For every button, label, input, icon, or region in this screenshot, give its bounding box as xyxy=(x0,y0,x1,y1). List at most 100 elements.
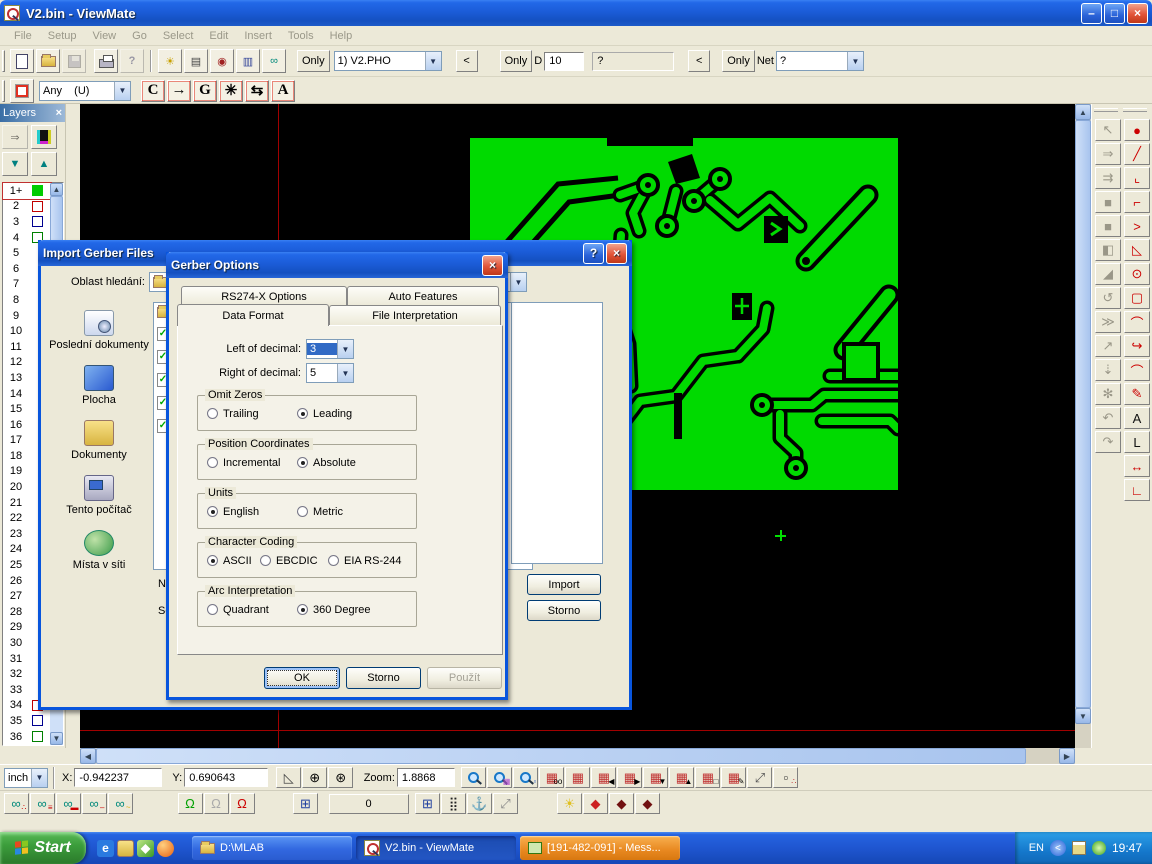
task-mlab-folder[interactable]: D:\MLAB xyxy=(192,836,352,860)
view-objects-5-button[interactable]: ∞~ xyxy=(108,793,133,814)
radio-leading[interactable]: Leading xyxy=(297,408,352,420)
scroll-down-icon[interactable]: ▼ xyxy=(1075,708,1091,724)
stretch-diag-button[interactable]: ⤢ xyxy=(493,793,518,814)
aperture-list-view-icon[interactable]: ▤ xyxy=(184,49,208,73)
tab-rs274x-options[interactable]: RS274-X Options xyxy=(181,286,347,306)
filter-circle-icon[interactable]: C xyxy=(141,80,165,102)
storno-button[interactable]: Storno xyxy=(346,667,421,689)
move-to-layer-icon[interactable]: ↗ xyxy=(1095,335,1121,357)
aperture-filter-button[interactable] xyxy=(10,79,34,103)
dcode-query-field[interactable]: ? xyxy=(592,52,674,71)
layer-row[interactable]: 35 xyxy=(3,713,51,729)
grid-edit-button[interactable]: ▦✎ xyxy=(721,767,746,788)
filter-arrow-icon[interactable]: → xyxy=(167,80,191,102)
pad-mark-dark1-button[interactable]: ◆ xyxy=(609,793,634,814)
firefox-icon[interactable] xyxy=(157,840,174,857)
filter-h-icon[interactable]: ⇆ xyxy=(245,80,269,102)
mirror-vertical-icon[interactable]: ◢ xyxy=(1095,263,1121,285)
measure-angle-button[interactable]: ◺ xyxy=(276,767,301,788)
chevron-down-icon[interactable]: ▼ xyxy=(510,273,526,291)
language-indicator[interactable]: EN xyxy=(1029,842,1044,854)
menu-insert[interactable]: Insert xyxy=(236,28,280,44)
green-app-icon[interactable]: ◆ xyxy=(137,840,154,857)
close-icon[interactable]: × xyxy=(606,243,627,264)
filter-g-icon[interactable]: G xyxy=(193,80,217,102)
palette-grip[interactable] xyxy=(1094,108,1118,112)
highlight-outline-lamp-button[interactable]: Ω xyxy=(230,793,255,814)
flash-view-icon[interactable]: ☀ xyxy=(158,49,182,73)
radio-ebcdic[interactable]: EBCDIC xyxy=(260,555,318,567)
draw-sketch-icon[interactable]: ✎ xyxy=(1124,383,1150,405)
radio-icon[interactable] xyxy=(297,506,308,517)
chevron-down-icon[interactable]: ▼ xyxy=(847,52,863,70)
radio-icon[interactable] xyxy=(207,604,218,615)
filter-text-icon[interactable]: A xyxy=(271,80,295,102)
draw-arc-point-icon[interactable]: ⌒ xyxy=(1124,359,1150,381)
move-group-icon[interactable]: ⇉ xyxy=(1095,167,1121,189)
radio-icon[interactable] xyxy=(207,457,218,468)
radio-metric[interactable]: Metric xyxy=(297,506,343,518)
zoom-window-button[interactable]: ▫ xyxy=(513,767,538,788)
scroll-left-icon[interactable]: ◀ xyxy=(80,748,96,764)
radio-absolute[interactable]: Absolute xyxy=(297,457,356,469)
step-repeat-icon[interactable]: ≫ xyxy=(1095,311,1121,333)
radio-icon[interactable] xyxy=(328,555,339,566)
gerber-options-titlebar[interactable]: Gerber Options × xyxy=(166,252,508,278)
select-cursor-icon[interactable]: ↖ xyxy=(1095,119,1121,141)
inspect-view-icon[interactable]: ∞ xyxy=(262,49,286,73)
menu-file[interactable]: File xyxy=(6,28,40,44)
open-file-button[interactable] xyxy=(36,49,60,73)
new-file-button[interactable] xyxy=(10,49,34,73)
ok-button[interactable]: OK xyxy=(264,667,340,689)
square-dark-icon[interactable]: ■ xyxy=(1095,191,1121,213)
view-objects-2-button[interactable]: ∞≡ xyxy=(30,793,55,814)
only-layer-button[interactable]: Only xyxy=(297,50,330,72)
pad-mark-red-button[interactable]: ◆ xyxy=(583,793,608,814)
view-objects-3-button[interactable]: ∞▬ xyxy=(56,793,81,814)
right-of-decimal-combo[interactable]: 5 ▼ xyxy=(306,363,354,383)
pan-down-button[interactable]: ▦▼ xyxy=(643,767,668,788)
highlight-off-lamp-button[interactable]: Ω xyxy=(204,793,229,814)
dot-select-button[interactable]: ▫∴ xyxy=(773,767,798,788)
place-documents[interactable]: Dokumenty xyxy=(49,420,149,461)
save-button[interactable] xyxy=(62,49,86,73)
place-network[interactable]: Místa v síti xyxy=(49,530,149,571)
only-dcode-button[interactable]: Only xyxy=(500,50,533,72)
apply-button[interactable]: Použít xyxy=(427,667,502,689)
draw-curve-icon[interactable]: ↪ xyxy=(1124,335,1150,357)
layer-combo[interactable]: 1) V2.PHO ▼ xyxy=(334,51,442,71)
minimize-button[interactable]: – xyxy=(1081,3,1102,24)
draw-line-icon[interactable]: ╱ xyxy=(1124,143,1150,165)
layers-panel-titlebar[interactable]: Layers × xyxy=(0,104,65,122)
highlight-on-lamp-button[interactable]: Ω xyxy=(178,793,203,814)
pad-mark-dark2-button[interactable]: ◆ xyxy=(635,793,660,814)
draw-pad-icon[interactable]: ● xyxy=(1124,119,1150,141)
prev-dcode-button[interactable]: < xyxy=(688,50,710,72)
palette-grip[interactable] xyxy=(1123,108,1147,112)
pan-right-button[interactable]: ▦▶ xyxy=(617,767,642,788)
scroll-right-icon[interactable]: ▶ xyxy=(1059,748,1075,764)
dcode-view-icon[interactable]: ◉ xyxy=(210,49,234,73)
view-objects-1-button[interactable]: ∞∴ xyxy=(4,793,29,814)
film-palette-view-icon[interactable]: ▥ xyxy=(236,49,260,73)
draw-corner2-icon[interactable]: ∟ xyxy=(1124,479,1150,501)
radio-icon[interactable] xyxy=(207,555,218,566)
zoom-grid-button[interactable]: ▦ xyxy=(487,767,512,788)
layer-row[interactable]: 36 xyxy=(3,729,51,745)
draw-label-icon[interactable]: L xyxy=(1124,431,1150,453)
radio-icon[interactable] xyxy=(297,408,308,419)
radio-icon[interactable] xyxy=(297,457,308,468)
layer-row[interactable]: 1+ xyxy=(3,183,51,199)
context-help-button[interactable]: ? xyxy=(120,49,144,73)
radio-icon[interactable] xyxy=(207,408,218,419)
layer-up-button[interactable]: ▲ xyxy=(31,152,57,176)
prev-layer-button[interactable]: < xyxy=(456,50,478,72)
chevron-down-icon[interactable]: ▼ xyxy=(114,82,130,100)
place-desktop[interactable]: Plocha xyxy=(49,365,149,406)
net-combo[interactable]: ? ▼ xyxy=(776,51,864,71)
close-icon[interactable]: × xyxy=(56,107,62,119)
settings-gear-icon[interactable]: ✻ xyxy=(1095,383,1121,405)
radio-icon[interactable] xyxy=(260,555,271,566)
toolbar-grip[interactable] xyxy=(2,80,5,102)
layer-color-swatch[interactable] xyxy=(32,216,43,227)
